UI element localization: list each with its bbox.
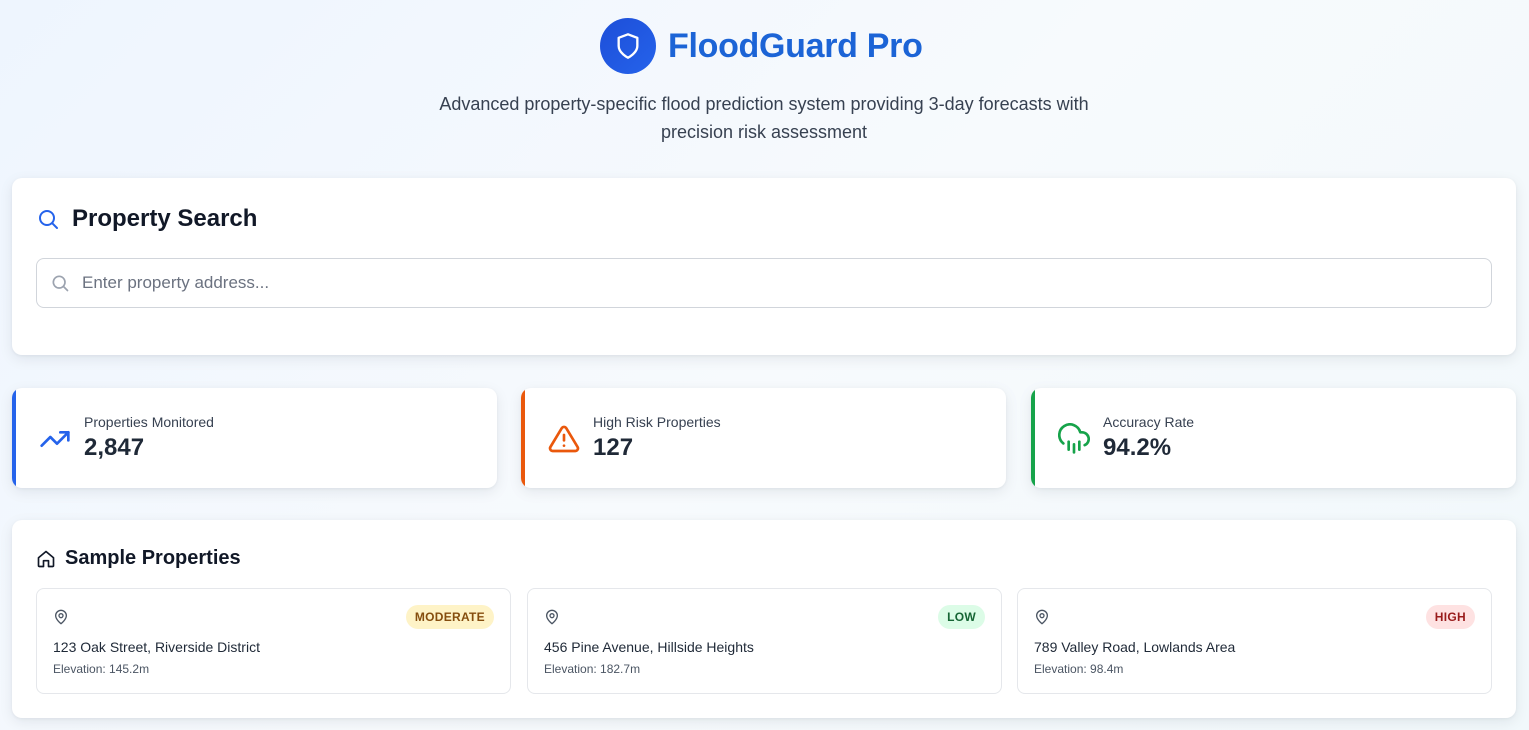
stat-value: 94.2% <box>1103 434 1172 461</box>
app-title: FloodGuard Pro <box>668 26 923 65</box>
property-card-pine-avenue[interactable]: LOW 456 Pine Avenue, Hillside Heights El… <box>527 588 1002 694</box>
property-address: 123 Oak Street, Riverside District <box>53 639 260 655</box>
search-input-icon <box>50 273 70 293</box>
stat-accent-bar <box>1031 388 1035 488</box>
stat-value: 2,847 <box>84 434 145 461</box>
sample-properties-title: Sample Properties <box>65 547 241 569</box>
subtitle-line-1: Advanced property-specific flood predict… <box>439 94 1089 114</box>
stat-card-properties-monitored: Properties Monitored 2,847 <box>12 388 497 488</box>
logo <box>600 18 656 74</box>
brand: FloodGuard Pro <box>600 18 923 74</box>
cloud-rain-icon <box>1057 422 1091 456</box>
stat-label: High Risk Properties <box>593 414 721 430</box>
risk-badge: LOW <box>938 605 985 629</box>
address-search-field[interactable] <box>36 258 1492 308</box>
shield-icon <box>617 33 639 59</box>
map-pin-icon <box>53 609 69 625</box>
home-icon <box>37 550 55 567</box>
map-pin-icon <box>544 609 560 625</box>
property-elevation: Elevation: 98.4m <box>1034 662 1124 676</box>
property-card-valley-road[interactable]: HIGH 789 Valley Road, Lowlands Area Elev… <box>1017 588 1492 694</box>
app-subtitle: Advanced property-specific flood predict… <box>414 90 1114 146</box>
stat-accent-bar <box>521 388 525 488</box>
property-elevation: Elevation: 182.7m <box>544 662 641 676</box>
stat-accent-bar <box>12 388 16 488</box>
stat-card-accuracy: Accuracy Rate 94.2% <box>1031 388 1516 488</box>
stat-label: Accuracy Rate <box>1103 414 1195 430</box>
address-search-input[interactable] <box>82 273 1462 293</box>
search-icon <box>39 210 58 229</box>
subtitle-line-2: precision risk assessment <box>660 122 868 142</box>
property-address: 789 Valley Road, Lowlands Area <box>1034 639 1236 655</box>
property-address: 456 Pine Avenue, Hillside Heights <box>544 639 754 655</box>
alert-triangle-icon <box>547 422 581 456</box>
property-search-header: Property Search <box>36 205 257 233</box>
property-card-oak-street[interactable]: MODERATE 123 Oak Street, Riverside Distr… <box>36 588 511 694</box>
risk-badge: MODERATE <box>405 605 494 629</box>
property-elevation: Elevation: 145.2m <box>53 662 150 676</box>
map-pin-icon <box>1034 609 1050 625</box>
risk-badge: HIGH <box>1425 605 1475 629</box>
stat-label: Properties Monitored <box>84 414 214 430</box>
trending-up-icon <box>38 422 72 456</box>
stat-card-high-risk: High Risk Properties 127 <box>521 388 1006 488</box>
sample-properties-header: Sample Properties <box>36 547 241 570</box>
property-search-title: Property Search <box>72 205 258 232</box>
stat-value: 127 <box>593 434 634 461</box>
